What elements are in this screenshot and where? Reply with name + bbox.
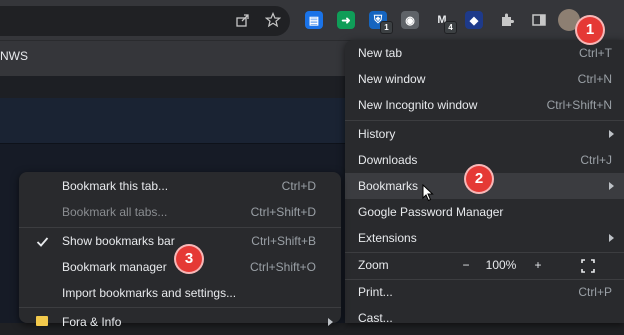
submenu-arrow-icon	[609, 234, 614, 242]
menu-item-new-incognito-window[interactable]: New Incognito window Ctrl+Shift+N	[345, 92, 624, 118]
bookmarks-submenu: Bookmark this tab... Ctrl+D Bookmark all …	[19, 172, 341, 329]
submenu-item-bookmark-all-tabs: Bookmark all tabs... Ctrl+Shift+D	[62, 205, 316, 219]
callout-badge: 2	[466, 166, 492, 192]
submenu-arrow-icon	[609, 182, 614, 190]
extensions-puzzle-icon[interactable]	[497, 10, 517, 30]
zoom-level: 100%	[485, 258, 517, 272]
extension-icon-blue-stack[interactable]: ▤	[305, 11, 323, 29]
checkmark-icon	[36, 228, 49, 254]
menu-item-cast[interactable]: Cast...	[345, 305, 624, 331]
menu-separator	[19, 307, 341, 308]
submenu-item-import-bookmarks[interactable]: Import bookmarks and settings...	[19, 280, 341, 306]
menu-item-extensions[interactable]: Extensions	[345, 225, 624, 251]
callout-badge: 1	[577, 17, 603, 43]
zoom-out-button[interactable]: −	[457, 252, 475, 278]
submenu-item-bookmark-this-tab[interactable]: Bookmark this tab... Ctrl+D	[19, 173, 341, 199]
extension-icon-m[interactable]: M4	[433, 11, 457, 34]
extension-icon-arrow[interactable]: ➜	[337, 11, 355, 29]
menu-item-zoom: Zoom − 100% +	[345, 252, 624, 278]
extension-icon-glasses[interactable]: ◉	[401, 11, 419, 29]
menu-item-print[interactable]: Print... Ctrl+P	[345, 279, 624, 305]
submenu-arrow-icon	[609, 130, 614, 138]
menu-item-history[interactable]: History	[345, 121, 624, 147]
callout-badge: 3	[176, 246, 202, 272]
folder-icon	[36, 316, 48, 326]
share-icon[interactable]	[233, 10, 253, 30]
mouse-cursor-icon	[422, 183, 434, 207]
extension-badge: 4	[444, 21, 457, 34]
bookmark-item[interactable]: NWS	[0, 49, 28, 63]
bookmark-star-icon[interactable]	[263, 10, 283, 30]
menu-item-new-window[interactable]: New window Ctrl+N	[345, 66, 624, 92]
extension-badge: 1	[380, 21, 393, 34]
side-panel-icon[interactable]	[529, 10, 549, 30]
menu-item-password-manager[interactable]: Google Password Manager	[345, 199, 624, 225]
submenu-arrow-icon	[328, 318, 333, 326]
submenu-item-folder[interactable]: Fora & Info	[19, 309, 341, 335]
fullscreen-icon[interactable]	[581, 252, 599, 278]
extension-icon-square[interactable]: ◆	[465, 11, 483, 29]
menu-item-new-tab[interactable]: New tab Ctrl+T	[345, 40, 624, 66]
extension-icon-shield[interactable]: ⛨ 1	[369, 11, 393, 34]
zoom-in-button[interactable]: +	[529, 252, 547, 278]
